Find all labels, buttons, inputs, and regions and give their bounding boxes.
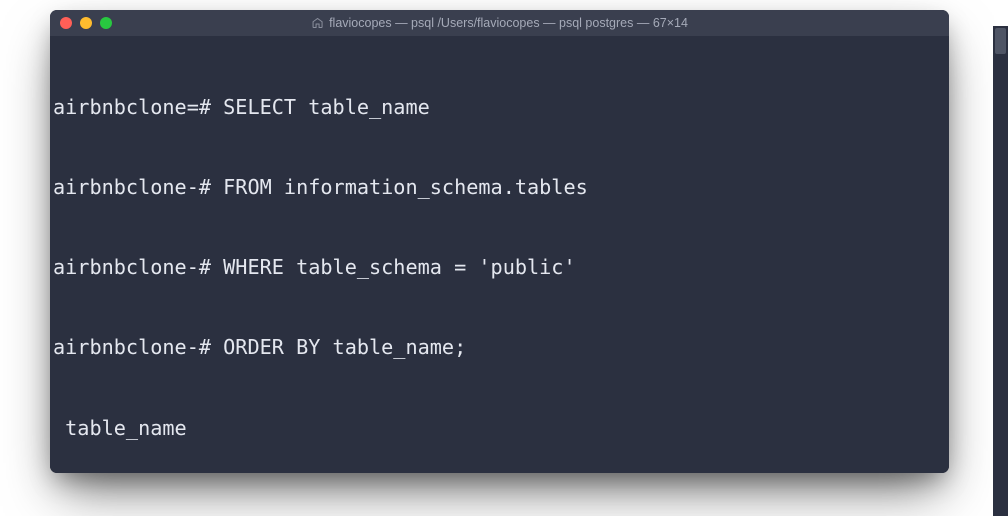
close-button[interactable]: [60, 17, 72, 29]
traffic-lights: [60, 17, 112, 29]
terminal-body[interactable]: airbnbclone=# SELECT table_name airbnbcl…: [50, 36, 949, 473]
terminal-line: airbnbclone-# FROM information_schema.ta…: [53, 174, 948, 201]
home-icon: [311, 17, 323, 29]
terminal-line: airbnbclone-# ORDER BY table_name;: [53, 334, 948, 361]
window-title: flaviocopes — psql /Users/flaviocopes — …: [311, 16, 688, 30]
minimize-button[interactable]: [80, 17, 92, 29]
zoom-button[interactable]: [100, 17, 112, 29]
terminal-line: airbnbclone=# SELECT table_name: [53, 94, 948, 121]
titlebar[interactable]: flaviocopes — psql /Users/flaviocopes — …: [50, 10, 949, 36]
terminal-line: airbnbclone-# WHERE table_schema = 'publ…: [53, 254, 948, 281]
window-title-text: flaviocopes — psql /Users/flaviocopes — …: [329, 16, 688, 30]
terminal-line: table_name: [53, 415, 948, 442]
terminal-window: flaviocopes — psql /Users/flaviocopes — …: [50, 10, 949, 473]
